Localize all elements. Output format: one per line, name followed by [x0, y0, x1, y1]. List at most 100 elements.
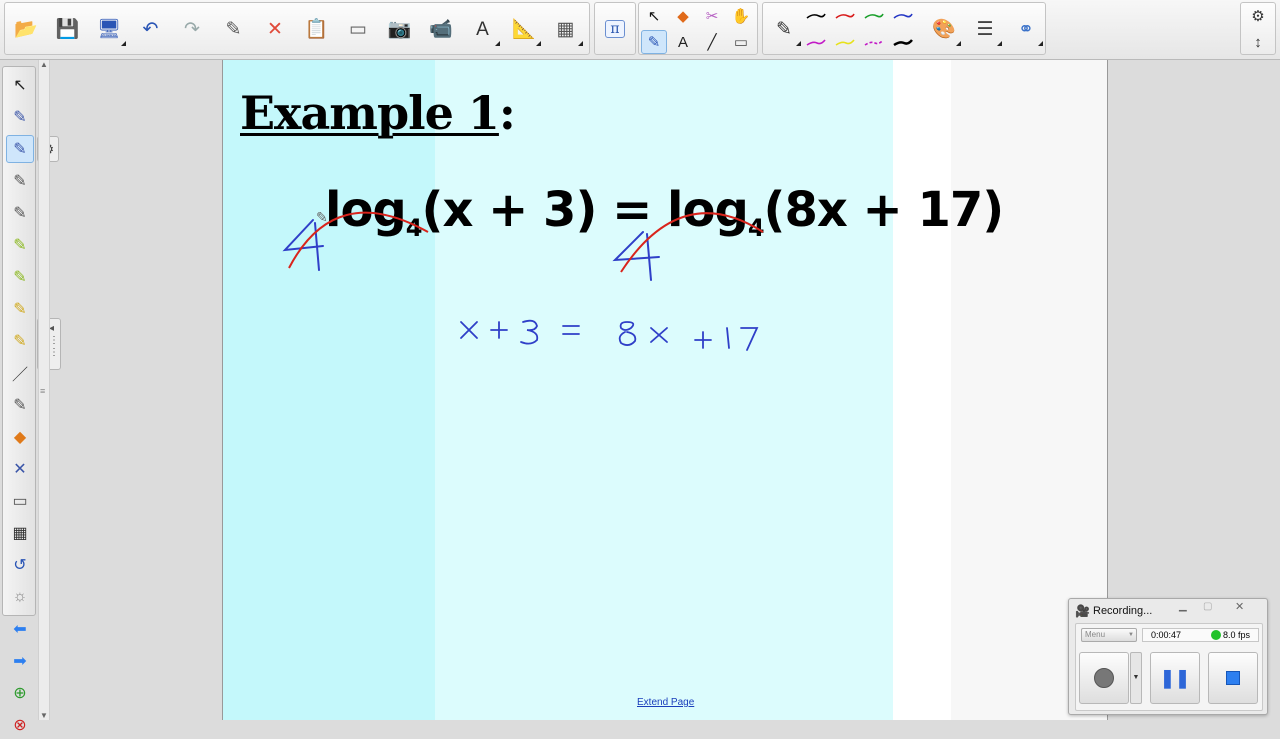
side-select-button[interactable]: ↖ [6, 71, 34, 99]
pen-icon: ✎ [776, 18, 792, 40]
save-button[interactable]: 💾 [49, 10, 87, 48]
view-screens-button[interactable]: 🖥 [90, 10, 128, 48]
paste-button[interactable]: 📋 [298, 10, 336, 48]
pen-style-1-button[interactable] [803, 4, 829, 28]
recorder-menu-dropdown[interactable]: Menu ▼ [1081, 628, 1137, 642]
undo-button[interactable]: ↶ [132, 10, 170, 48]
recorder-window[interactable]: 🎥 Recording... ▁ ▢ ✕ Menu ▼ 0:00:47 8.0 f… [1068, 598, 1268, 715]
side-properties-button[interactable]: ☼ [6, 583, 34, 611]
left-scrollbar[interactable]: ▲ ≡ ▼ [38, 60, 50, 720]
color-palette-button[interactable]: 🎨 [925, 10, 963, 48]
ink-right-strike-arc [620, 212, 764, 273]
fill-tool-icon: ▭ [733, 33, 749, 51]
screen-shade-button[interactable]: ▭ [339, 10, 377, 48]
side-undo-button[interactable]: ↺ [6, 551, 34, 579]
stop-square-icon [1226, 671, 1240, 685]
chevron-down-icon: ▼ [1128, 632, 1134, 638]
extend-page-link[interactable]: Extend Page [637, 697, 694, 708]
side-pencil-1-button[interactable]: ✎ [6, 263, 34, 291]
clear-ink-button[interactable]: ✎ [215, 10, 253, 48]
view-screens-icon: 🖥 [96, 18, 122, 40]
pen-stroke-icon [835, 39, 855, 46]
side-eraser-button[interactable]: ▭ [6, 487, 34, 515]
pen-style-5-button[interactable] [803, 30, 829, 54]
pen-style-2-button[interactable] [832, 4, 858, 28]
settings-button[interactable]: ⚙ [1245, 4, 1271, 28]
capture-button[interactable]: 📷 [381, 10, 419, 48]
side-pencil-2-button[interactable]: ✎ [6, 295, 34, 323]
pens-tool-icon: ✎ [647, 33, 661, 51]
side-delete-page-button[interactable]: ⊗ [6, 711, 34, 739]
scroll-up-arrow-icon[interactable]: ▲ [39, 60, 49, 69]
recorder-title: Recording... [1093, 605, 1153, 617]
pen-style-3-button[interactable] [861, 4, 887, 28]
move-toolbar-button[interactable]: ↕ [1245, 30, 1271, 54]
pause-button[interactable]: ❚❚ [1150, 652, 1200, 704]
side-forward-page-button[interactable]: ➡ [6, 647, 34, 675]
magic-pen-tool-button[interactable]: ✋ [728, 4, 754, 28]
text-tool-icon: A [677, 33, 688, 51]
properties-button[interactable]: ⚭ [1007, 10, 1045, 48]
table-button[interactable]: ▦ [547, 10, 585, 48]
scroll-thumb-grip[interactable]: ≡ [40, 386, 45, 396]
pens-tool-button[interactable]: ✎ [641, 30, 667, 54]
side-calculator-button[interactable]: ▦ [6, 519, 34, 547]
pen-style-4-button[interactable] [890, 4, 916, 28]
side-pen-2-button[interactable]: ✎ [6, 135, 34, 163]
shapes-tool-button[interactable]: ◆ [670, 4, 696, 28]
pi-icon: π [605, 20, 625, 38]
line-tool-button[interactable]: ╱ [699, 30, 725, 54]
recorder-app-icon: 🎥 [1075, 604, 1090, 618]
side-highlighter-1-button[interactable]: ✎ [6, 231, 34, 259]
file-edit-group: 📂 💾 🖥 ↶ ↷ ✎ ✕ 📋 ▭ 📷 📹 A 📐 ▦ [4, 2, 590, 55]
fill-tool-button[interactable]: ▭ [728, 30, 754, 54]
stop-button[interactable] [1208, 652, 1258, 704]
pen-4-icon: ✎ [13, 205, 27, 222]
pen-style-8-button[interactable] [890, 30, 916, 54]
text-tool-button[interactable]: A [670, 30, 696, 54]
pen-style-6-button[interactable] [832, 30, 858, 54]
scroll-down-arrow-icon[interactable]: ▼ [39, 711, 49, 720]
restore-button[interactable]: ▢ [1203, 601, 1212, 612]
record-button[interactable] [1079, 652, 1129, 704]
whiteboard-page[interactable]: Example 1: log4(x + 3) = log4(8x + 17) ✎… [222, 60, 1108, 720]
close-button[interactable]: ✕ [1235, 600, 1244, 613]
record-options-dropdown[interactable]: ▼ [1130, 652, 1142, 704]
side-magic-pen-button[interactable]: ✕ [6, 455, 34, 483]
math-tools-button[interactable]: π [596, 10, 634, 48]
record-circle-icon [1094, 668, 1114, 688]
line-style-button[interactable]: ☰ [966, 10, 1004, 48]
pen-cursor-icon: ✎ [316, 209, 328, 225]
side-add-page-button[interactable]: ⊕ [6, 679, 34, 707]
side-pen-4-button[interactable]: ✎ [6, 199, 34, 227]
properties-icon: ☼ [12, 588, 28, 605]
side-line-button[interactable]: ／ [6, 359, 34, 387]
pen-tool-button[interactable]: ✎ [765, 10, 803, 48]
document-camera-button[interactable]: 📹 [422, 10, 460, 48]
redo-button[interactable]: ↷ [173, 10, 211, 48]
pen-stroke-icon [864, 39, 884, 46]
select-icon: ↖ [13, 77, 27, 94]
side-pen-3-button[interactable]: ✎ [6, 167, 34, 195]
select-tool-button[interactable]: ↖ [641, 4, 667, 28]
side-shape-button[interactable]: ◆ [6, 423, 34, 451]
open-file-icon: 📂 [14, 18, 38, 40]
magic-pen-icon: ✕ [13, 461, 27, 478]
insert-text-button[interactable]: A [464, 10, 502, 48]
eraser-tool-button[interactable]: ✂ [699, 4, 725, 28]
side-pen-5-button[interactable]: ✎ [6, 391, 34, 419]
table-icon: ▦ [556, 18, 575, 40]
undo-icon: ↶ [142, 18, 159, 40]
capture-icon: 📷 [387, 18, 412, 40]
magic-pen-tool-icon: ✋ [731, 7, 751, 25]
open-file-button[interactable]: 📂 [7, 10, 45, 48]
side-pen-1-button[interactable]: ✎ [6, 103, 34, 131]
pen-style-7-button[interactable] [861, 30, 887, 54]
measurement-tools-button[interactable]: 📐 [505, 10, 543, 48]
minimize-button[interactable]: ▁ [1179, 601, 1187, 612]
calculator-icon: ▦ [12, 525, 28, 542]
side-pencil-3-button[interactable]: ✎ [6, 327, 34, 355]
pen-styles-group: ✎ 🎨 ☰ ⚭ [762, 2, 1046, 55]
side-back-page-button[interactable]: ⬅ [6, 615, 34, 643]
delete-button[interactable]: ✕ [256, 10, 294, 48]
